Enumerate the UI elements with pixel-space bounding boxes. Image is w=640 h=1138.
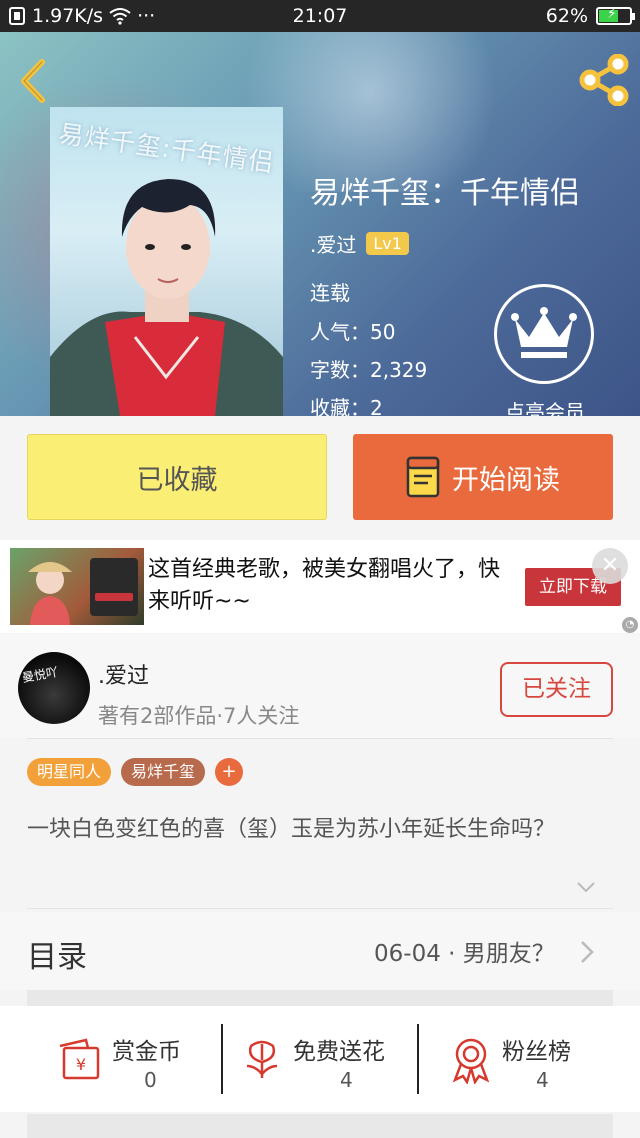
book-cover[interactable]: 易烊千玺:千年情侣 — [50, 107, 283, 416]
book-status: 连载 — [310, 281, 350, 305]
toc-label: 目录 — [27, 940, 87, 975]
svg-text:¥: ¥ — [76, 1055, 86, 1074]
author-works-count: 著有2部作品·7人关注 — [98, 704, 300, 728]
author-card-name[interactable]: .爱过 — [98, 658, 149, 690]
book-icon — [406, 456, 440, 498]
stat-value: 4 — [340, 1068, 353, 1092]
table-of-contents-row[interactable]: 目录 06-04 · 男朋友？ — [0, 912, 640, 990]
back-button[interactable] — [14, 56, 54, 106]
vip-button[interactable] — [494, 284, 594, 384]
flower-icon — [246, 1040, 278, 1078]
share-icon — [579, 53, 629, 107]
vip-label[interactable]: 点亮会员 — [490, 396, 600, 416]
ad-thumbnail — [28, 558, 138, 625]
level-badge: Lv1 — [366, 232, 409, 255]
crown-icon — [511, 307, 577, 358]
section-gap — [27, 1114, 613, 1138]
free-flower-button[interactable]: 免费送花 4 — [223, 1006, 417, 1112]
author-card: 曼悦吖 .爱过 著有2部作品·7人关注 已关注 — [0, 634, 640, 738]
gold-coin-envelope-icon: ¥ — [59, 1038, 100, 1080]
tag-chip[interactable]: 明星同人 — [27, 758, 112, 786]
fan-ranking-button[interactable]: 粉丝榜 4 — [419, 1006, 640, 1112]
ad-banner[interactable]: 这首经典老歌，被美女翻唱火了，快来听听~~ 立即下载 — [0, 540, 640, 633]
share-button[interactable] — [578, 53, 630, 107]
stats-row: ¥ 赏金币 0 免费送花 4 粉丝榜 4 — [0, 1006, 640, 1112]
back-arrow-icon — [21, 59, 45, 103]
ad-mark-icon: ◔ — [622, 617, 638, 633]
stat-label: 免费送花 — [293, 1039, 385, 1065]
stat-label: 赏金币 — [112, 1039, 181, 1065]
chevron-right-icon — [581, 941, 594, 963]
author-line: .爱过 Lv1 — [310, 229, 409, 258]
ad-close-button[interactable]: ✕ — [592, 548, 628, 584]
battery-icon: ⚡ — [596, 6, 635, 25]
book-popularity: 人气：50 — [310, 320, 396, 344]
ad-text[interactable]: 这首经典老歌，被美女翻唱火了，快来听听~~ — [148, 554, 508, 618]
expand-chevron-icon[interactable] — [576, 880, 596, 894]
add-tag-button[interactable]: + — [215, 758, 244, 786]
book-word-count: 字数：2,329 — [310, 358, 428, 382]
stat-value: 4 — [536, 1068, 549, 1092]
section-gap — [27, 990, 613, 1006]
book-header: 易烊千玺:千年情侣 易烊千玺：千年情侣 .爱过 Lv1 连载 人气：50 字数：… — [0, 32, 640, 416]
battery-percent: 62% — [545, 5, 588, 27]
book-description: 一块白色变红色的喜（玺）玉是为苏小年延长生命吗？ — [27, 817, 556, 842]
favorited-button[interactable]: 已收藏 — [27, 434, 327, 520]
avatar[interactable]: 曼悦吖 — [18, 652, 90, 724]
reward-coins-button[interactable]: ¥ 赏金币 0 — [0, 1006, 220, 1112]
tag-list: 明星同人 易烊千玺 + — [27, 758, 244, 786]
avatar-text: 曼悦吖 — [21, 664, 60, 686]
author-name[interactable]: .爱过 — [310, 229, 356, 258]
divider — [27, 738, 613, 739]
start-reading-button[interactable]: 开始阅读 — [353, 434, 613, 520]
divider — [27, 908, 613, 909]
latest-chapter: 06-04 · 男朋友？ — [374, 941, 555, 967]
stat-label: 粉丝榜 — [502, 1039, 571, 1065]
tag-chip[interactable]: 易烊千玺 — [121, 758, 206, 786]
clock: 21:07 — [292, 5, 348, 27]
medal-icon — [452, 1038, 490, 1084]
follow-button[interactable]: 已关注 — [500, 662, 613, 717]
action-bar: 已收藏 开始阅读 — [0, 416, 640, 536]
ad-image[interactable] — [10, 548, 144, 625]
book-title: 易烊千玺：千年情侣 — [310, 176, 580, 211]
start-reading-label: 开始阅读 — [452, 464, 560, 496]
stat-value: 0 — [144, 1068, 157, 1092]
status-bar: 1.97K/s ··· 21:07 62% ⚡ — [0, 0, 640, 32]
book-favorites: 收藏：2 — [310, 396, 383, 416]
